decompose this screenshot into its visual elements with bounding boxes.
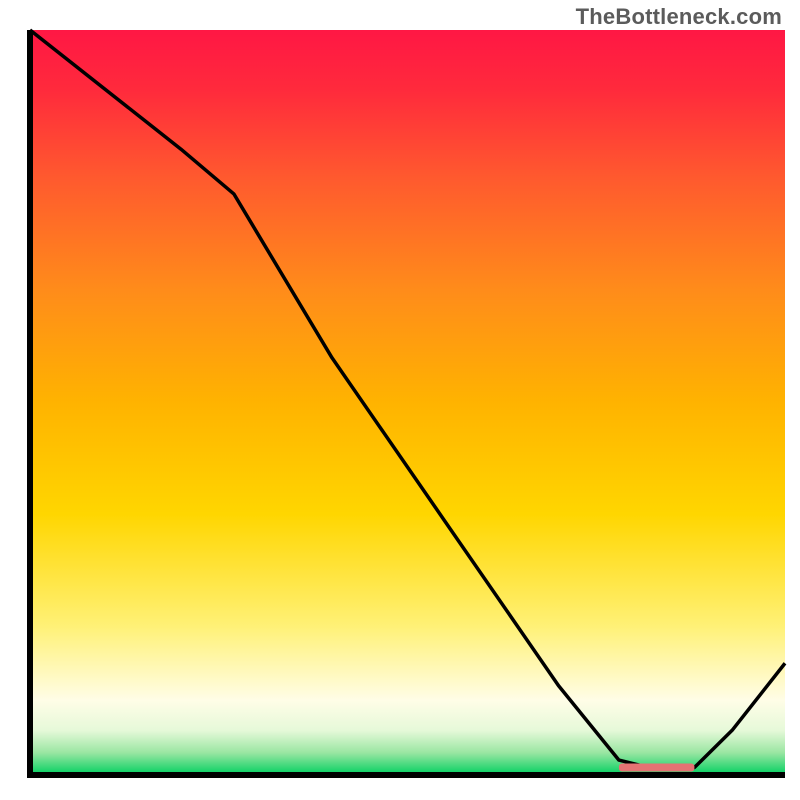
optimum-marker (619, 764, 695, 772)
bottleneck-chart (0, 0, 800, 800)
chart-stage: TheBottleneck.com (0, 0, 800, 800)
gradient-background (30, 30, 785, 775)
